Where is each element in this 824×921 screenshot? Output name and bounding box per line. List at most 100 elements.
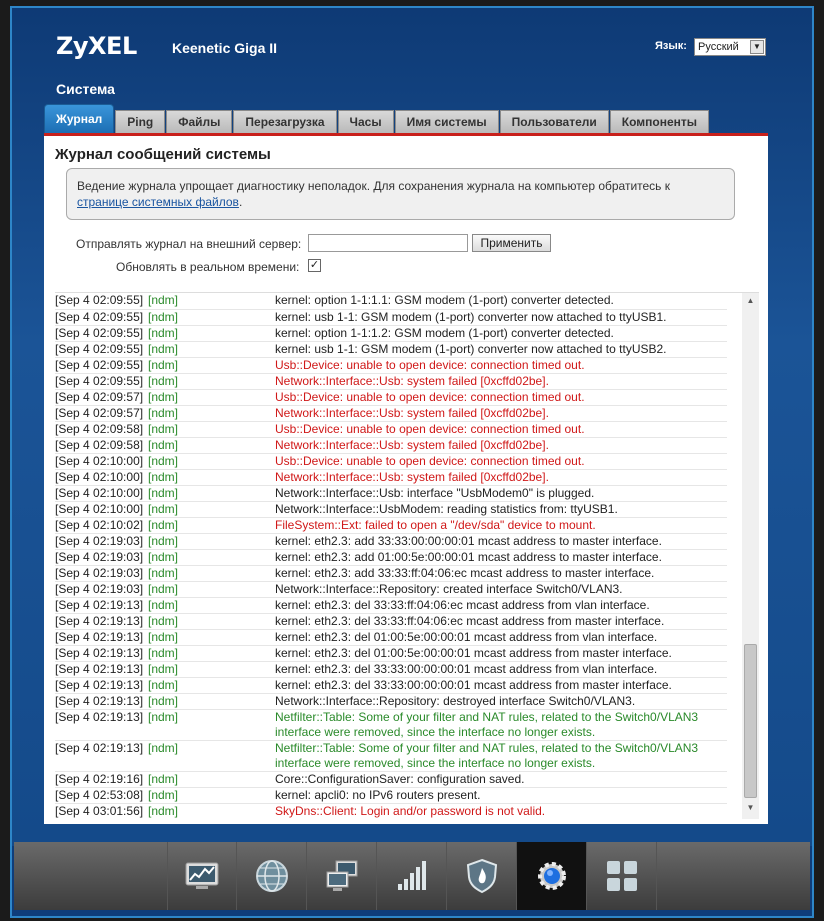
log-timestamp: [Sep 4 02:19:13] <box>55 693 148 710</box>
gear-icon <box>537 862 566 890</box>
scroll-up-icon[interactable]: ▲ <box>742 293 759 308</box>
apply-button[interactable]: Применить <box>472 234 551 252</box>
tab-system-name[interactable]: Имя системы <box>394 110 499 134</box>
log-timestamp: [Sep 4 02:09:55] <box>55 341 148 358</box>
server-input[interactable] <box>308 234 468 252</box>
content-panel: Журнал сообщений системы Ведение журнала… <box>44 136 768 824</box>
log-timestamp: [Sep 4 02:09:55] <box>55 309 148 326</box>
tab-files[interactable]: Файлы <box>166 110 233 134</box>
log-row: [Sep 4 02:09:55] [ndm] Network::Interface:… <box>55 373 727 390</box>
log-row: [Sep 4 02:19:03] [ndm] Network::Interface:… <box>55 581 727 598</box>
log-message: Usb::Device: unable to open device: conn… <box>275 453 727 470</box>
log-message: Netfilter::Table: Some of your filter an… <box>275 740 727 772</box>
tab-components[interactable]: Компоненты <box>609 110 710 134</box>
log-row: [Sep 4 02:09:55] [ndm] kernel: option 1-1:… <box>55 293 727 310</box>
log-source: [ndm] <box>148 740 275 772</box>
language-select[interactable]: Русский ▼ <box>694 38 766 56</box>
page-title: Система <box>56 81 115 97</box>
log-timestamp: [Sep 4 02:09:55] <box>55 373 148 390</box>
log-row: [Sep 4 02:09:58] [ndm] Usb::Device: unable… <box>55 421 727 438</box>
log-source: [ndm] <box>148 597 275 614</box>
log-message: Network::Interface::UsbModem: reading st… <box>275 501 727 518</box>
log-message: Network::Interface::Usb: system failed [… <box>275 469 727 486</box>
log-source: [ndm] <box>148 373 275 390</box>
log-timestamp: [Sep 4 02:19:03] <box>55 533 148 550</box>
log-row: [Sep 4 02:10:00] [ndm] Network::Interface:… <box>55 469 727 486</box>
log-timestamp: [Sep 4 02:19:03] <box>55 565 148 582</box>
scroll-thumb[interactable] <box>744 644 757 798</box>
log-timestamp: [Sep 4 02:19:13] <box>55 645 148 662</box>
log-message: Usb::Device: unable to open device: conn… <box>275 389 727 406</box>
log-message: Network::Interface::Usb: system failed [… <box>275 437 727 454</box>
nav-system[interactable] <box>517 842 587 910</box>
log-timestamp: [Sep 4 02:09:55] <box>55 293 148 310</box>
nav-applications[interactable] <box>587 842 657 910</box>
log-source: [ndm] <box>148 613 275 630</box>
log-row: [Sep 4 02:09:55] [ndm] kernel: usb 1-1: GS… <box>55 309 727 326</box>
log-row: [Sep 4 02:19:03] [ndm] kernel: eth2.3: add… <box>55 549 727 566</box>
log-message: FileSystem::Ext: failed to open a "/dev/… <box>275 517 727 534</box>
log-source: [ndm] <box>148 565 275 582</box>
log-message: kernel: eth2.3: del 33:33:ff:04:06:ec mc… <box>275 613 727 630</box>
log-message: kernel: eth2.3: del 01:00:5e:00:00:01 mc… <box>275 629 727 646</box>
log-source: [ndm] <box>148 341 275 358</box>
log-row: [Sep 4 02:09:58] [ndm] Network::Interface:… <box>55 437 727 454</box>
shield-icon <box>466 858 497 894</box>
tab-clock[interactable]: Часы <box>337 110 394 134</box>
model-name: Keenetic Giga II <box>172 40 278 56</box>
log-source: [ndm] <box>148 501 275 518</box>
scroll-down-icon[interactable]: ▼ <box>742 800 759 815</box>
log-area[interactable]: [Sep 4 02:09:55] [ndm] kernel: option 1-1:… <box>55 292 759 819</box>
system-files-link[interactable]: странице системных файлов <box>77 195 239 209</box>
tab-log[interactable]: Журнал <box>44 104 115 134</box>
network-computers-icon <box>326 860 357 891</box>
info-text: Ведение журнала упрощает диагностику неп… <box>77 179 671 193</box>
log-source: [ndm] <box>148 469 275 486</box>
chevron-down-icon[interactable]: ▼ <box>750 40 764 54</box>
info-tail: . <box>238 195 243 209</box>
realtime-checkbox[interactable]: ✓ <box>308 259 321 272</box>
nav-security[interactable] <box>447 842 517 910</box>
log-row: [Sep 4 02:19:13] [ndm] kernel: eth2.3: del… <box>55 677 727 694</box>
log-message: Network::Interface::Repository: created … <box>275 581 727 598</box>
nav-wifi[interactable] <box>377 842 447 910</box>
info-box: Ведение журнала упрощает диагностику неп… <box>66 168 735 220</box>
log-source: [ndm] <box>148 485 275 502</box>
log-row: [Sep 4 02:19:03] [ndm] kernel: eth2.3: add… <box>55 533 727 550</box>
log-message: kernel: eth2.3: del 33:33:00:00:00:01 mc… <box>275 677 727 694</box>
log-source: [ndm] <box>148 453 275 470</box>
log-timestamp: [Sep 4 02:19:13] <box>55 661 148 678</box>
tab-reboot[interactable]: Перезагрузка <box>233 110 337 134</box>
log-timestamp: [Sep 4 02:09:55] <box>55 357 148 374</box>
log-row: [Sep 4 02:19:03] [ndm] kernel: eth2.3: add… <box>55 565 727 582</box>
log-message: kernel: eth2.3: add 33:33:00:00:00:01 mc… <box>275 533 727 550</box>
log-message: Network::Interface::Usb: system failed [… <box>275 373 727 390</box>
tab-ping[interactable]: Ping <box>115 110 166 134</box>
log-row: [Sep 4 02:10:02] [ndm] FileSystem::Ext: fa… <box>55 517 727 534</box>
page-frame: ZyXEL Keenetic Giga II Язык: Русский ▼ С… <box>0 0 824 921</box>
log-timestamp: [Sep 4 02:10:00] <box>55 469 148 486</box>
log-source: [ndm] <box>148 629 275 646</box>
nav-internet[interactable] <box>237 842 307 910</box>
signal-bars-icon <box>397 861 426 890</box>
log-message: Network::Interface::Usb: system failed [… <box>275 405 727 422</box>
nav-monitor[interactable] <box>167 842 237 910</box>
realtime-label: Обновлять в реальном времени: <box>116 260 300 274</box>
log-timestamp: [Sep 4 02:09:57] <box>55 389 148 406</box>
log-source: [ndm] <box>148 389 275 406</box>
log-source: [ndm] <box>148 549 275 566</box>
monitor-chart-icon <box>185 862 219 889</box>
log-row: [Sep 4 02:10:00] [ndm] Usb::Device: unable… <box>55 453 727 470</box>
log-timestamp: [Sep 4 02:53:08] <box>55 787 148 804</box>
log-row: [Sep 4 02:53:08] [ndm] kernel: apcli0: no … <box>55 787 727 804</box>
log-message: Core::ConfigurationSaver: configuration … <box>275 771 727 788</box>
log-source: [ndm] <box>148 437 275 454</box>
log-timestamp: [Sep 4 02:19:03] <box>55 581 148 598</box>
log-scrollbar[interactable]: ▲ ▼ <box>742 293 759 819</box>
log-row: [Sep 4 02:19:16] [ndm] Core::Configuration… <box>55 771 727 788</box>
nav-home-network[interactable] <box>307 842 377 910</box>
log-source: [ndm] <box>148 325 275 342</box>
log-timestamp: [Sep 4 02:19:13] <box>55 613 148 630</box>
log-source: [ndm] <box>148 309 275 326</box>
tab-users[interactable]: Пользователи <box>499 110 609 134</box>
